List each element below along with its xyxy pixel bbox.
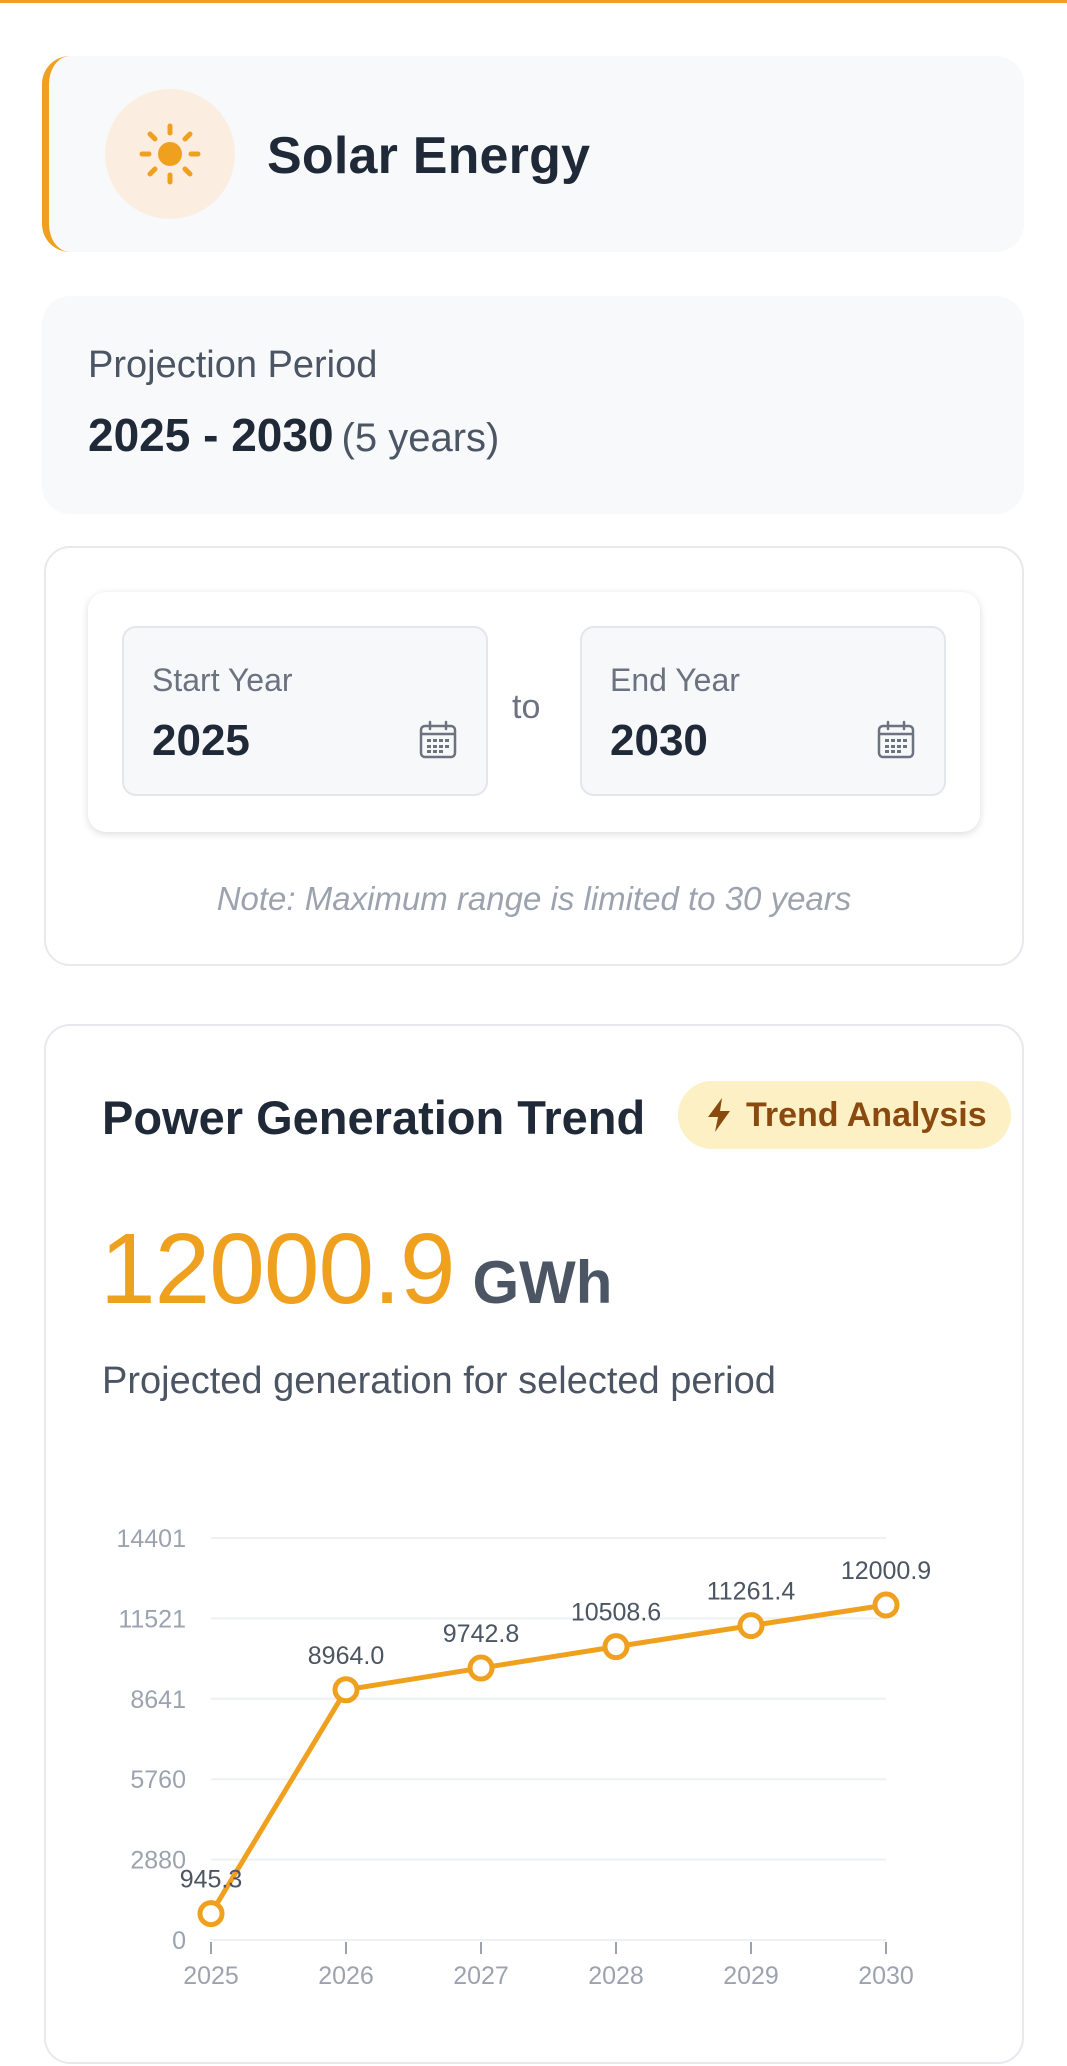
y-tick-label: 5760 — [130, 1766, 186, 1794]
y-tick-label: 11521 — [118, 1605, 186, 1633]
end-year-picker[interactable]: End Year 2030 — [580, 626, 946, 796]
energy-header-card: Solar Energy — [42, 56, 1024, 252]
start-year-label: Start Year — [152, 662, 293, 698]
data-label: 10508.6 — [571, 1599, 661, 1627]
data-point — [467, 1654, 495, 1682]
sun-icon-badge — [105, 89, 235, 219]
data-label: 8964.0 — [308, 1642, 384, 1670]
projection-period-card: Projection Period 2025 - 2030 (5 years) — [42, 296, 1024, 514]
y-tick-label: 14401 — [116, 1525, 186, 1553]
projection-label: Projection Period — [88, 344, 378, 386]
x-tick-label: 2030 — [858, 1962, 914, 1990]
year-range-card: Start Year 2025 to End Year 2030 Note: M… — [44, 546, 1024, 966]
data-point — [602, 1633, 630, 1661]
data-point — [197, 1900, 225, 1928]
data-point — [332, 1676, 360, 1704]
data-label: 11261.4 — [707, 1578, 796, 1606]
data-label: 945.3 — [180, 1866, 243, 1894]
data-point — [872, 1591, 900, 1619]
power-generation-trend-card: Power Generation Trend Trend Analysis 12… — [44, 1024, 1024, 2064]
y-tick-label: 8641 — [130, 1686, 186, 1714]
top-accent-rule — [0, 0, 1067, 3]
year-range-selector: Start Year 2025 to End Year 2030 — [88, 592, 980, 832]
projection-value: 2025 - 2030 (5 years) — [88, 408, 499, 462]
end-year-value: 2030 — [610, 716, 708, 765]
y-tick-label: 2880 — [130, 1847, 186, 1875]
data-label: 9742.8 — [443, 1620, 519, 1648]
start-year-picker[interactable]: Start Year 2025 — [122, 626, 488, 796]
x-tick-label: 2026 — [318, 1962, 374, 1990]
data-label: 12000.9 — [841, 1557, 931, 1585]
x-tick-label: 2025 — [183, 1962, 239, 1990]
projection-duration: (5 years) — [341, 416, 500, 460]
calendar-icon[interactable] — [876, 720, 916, 760]
x-tick-label: 2029 — [723, 1962, 779, 1990]
data-point — [737, 1612, 765, 1640]
y-tick-label: 0 — [172, 1927, 186, 1955]
sun-icon — [139, 123, 201, 185]
range-separator: to — [512, 688, 541, 726]
page-title: Solar Energy — [267, 127, 591, 185]
start-year-value: 2025 — [152, 716, 250, 765]
calendar-icon[interactable] — [418, 720, 458, 760]
end-year-label: End Year — [610, 662, 740, 698]
generation-line-chart: 0 2880 5760 8641 11521 14401 2025 2026 2027 2028 2… — [116, 1525, 931, 1990]
x-tick-label: 2028 — [588, 1962, 644, 1990]
range-note: Note: Maximum range is limited to 30 yea… — [216, 880, 852, 917]
projection-range: 2025 - 2030 — [88, 409, 334, 461]
x-tick-label: 2027 — [453, 1962, 509, 1990]
